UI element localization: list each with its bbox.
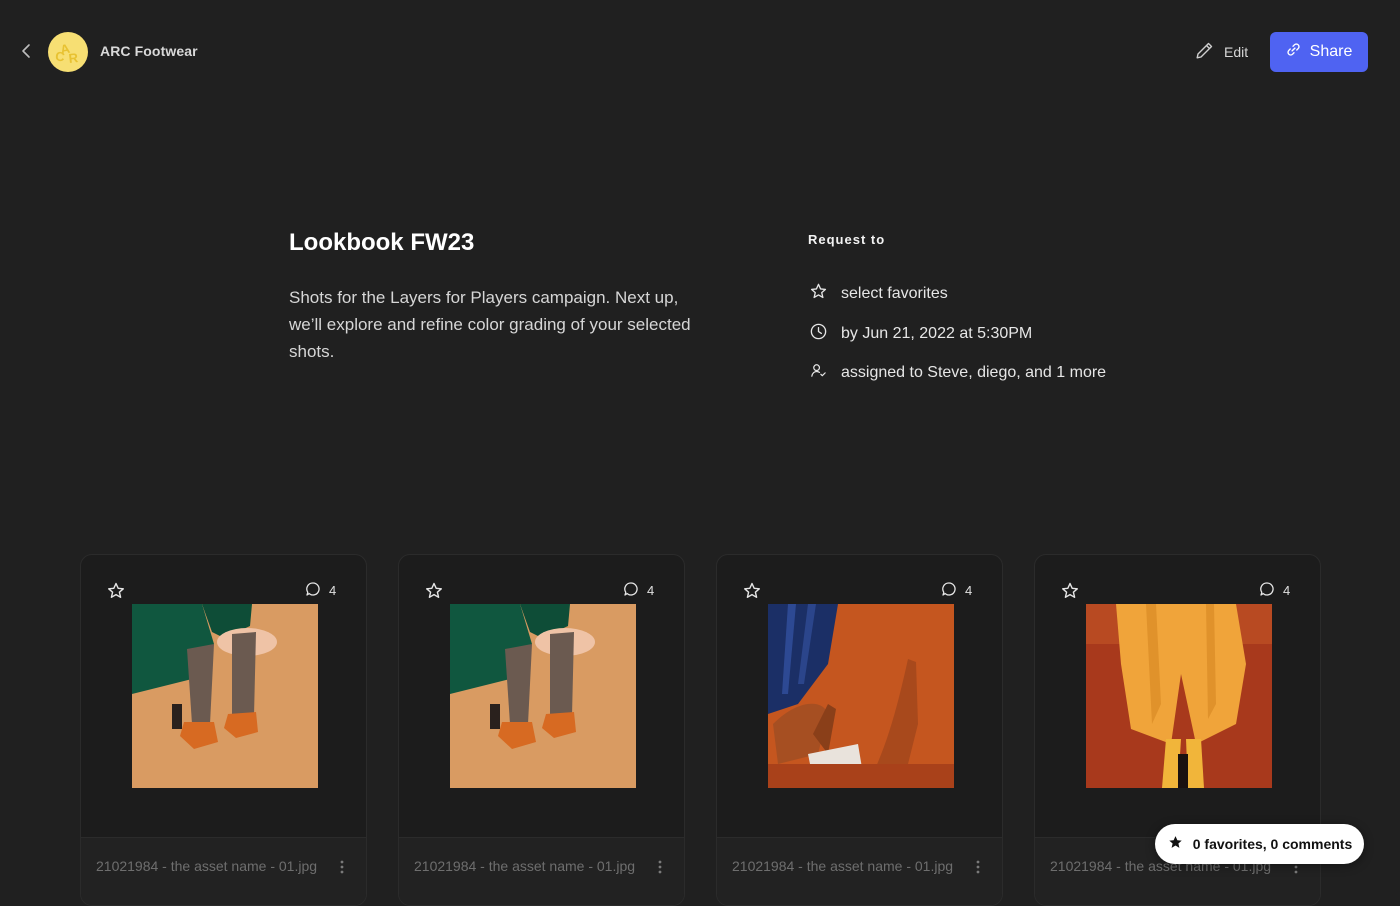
svg-text:C: C [54,48,66,64]
request-item-deadline: by Jun 21, 2022 at 5:30PM [809,322,1032,346]
comment-count-value: 4 [647,583,655,598]
more-options-icon[interactable] [655,858,665,876]
comment-count[interactable]: 4 [623,581,654,600]
star-filled-icon [1167,834,1184,854]
comment-bubble-icon [941,581,957,600]
comment-bubble-icon [1259,581,1275,600]
brand-name: ARC Footwear [100,43,198,59]
request-item-text: by Jun 21, 2022 at 5:30PM [841,325,1033,342]
comment-bubble-icon [623,581,639,600]
edit-label: Edit [1224,44,1249,60]
clock-icon [809,322,828,346]
asset-filename: 21021984 - the asset name - 01.jpg [732,858,954,874]
favorite-star-icon[interactable] [742,581,762,601]
share-label: Share [1309,43,1353,60]
pencil-icon [1194,40,1215,64]
comment-count[interactable]: 4 [1259,581,1290,600]
request-item-favorites: select favorites [809,282,948,306]
asset-thumbnail-image[interactable] [450,604,636,788]
star-outline-icon [809,282,828,306]
comment-count-value: 4 [1283,583,1291,598]
more-options-icon[interactable] [973,858,983,876]
brand-logo: A C R [48,32,88,72]
share-button[interactable]: Share [1270,32,1368,72]
comment-bubble-icon [305,581,321,600]
project-description: Shots for the Layers for Players campaig… [289,288,691,361]
asset-thumbnail-image[interactable] [1086,604,1272,788]
user-check-icon [809,361,828,385]
request-label: Request to [808,232,886,247]
back-chevron-icon[interactable] [17,41,37,61]
request-item-text: select favorites [841,285,948,302]
summary-text: 0 favorites, 0 comments [1192,836,1353,852]
edit-button[interactable]: Edit [1188,35,1254,69]
top-bar: A C R ARC Footwear Edit Share [0,0,1400,104]
comment-count[interactable]: 4 [305,581,336,600]
asset-footer: 21021984 - the asset name - 01.jpg [399,837,684,905]
asset-filename: 21021984 - the asset name - 01.jpg [96,858,318,874]
svg-text:R: R [68,50,80,66]
asset-thumbnail-image[interactable] [768,604,954,788]
request-item-text: assigned to Steve, diego, and 1 more [841,364,1107,381]
comment-count[interactable]: 4 [941,581,972,600]
asset-card[interactable]: 4 21021984 - the asset name - 01.jpg [80,554,367,906]
favorite-star-icon[interactable] [1060,581,1080,601]
favorite-star-icon[interactable] [106,581,126,601]
favorites-summary-toast: 0 favorites, 0 comments [1155,824,1364,864]
comment-count-value: 4 [965,583,973,598]
asset-filename: 21021984 - the asset name - 01.jpg [414,858,636,874]
link-icon [1286,42,1301,62]
asset-footer: 21021984 - the asset name - 01.jpg [81,837,366,905]
asset-thumbnail-image[interactable] [132,604,318,788]
asset-footer: 21021984 - the asset name - 01.jpg [717,837,1002,905]
favorite-star-icon[interactable] [424,581,444,601]
request-item-assignees: assigned to Steve, diego, and 1 more [809,361,1106,385]
more-options-icon[interactable] [337,858,347,876]
asset-card[interactable]: 4 21021984 - the asset name - 01.jpg [716,554,1003,906]
asset-card[interactable]: 4 21021984 - the asset name - 01.jpg [398,554,685,906]
page-title: Lookbook FW23 [289,229,475,256]
comment-count-value: 4 [329,583,337,598]
